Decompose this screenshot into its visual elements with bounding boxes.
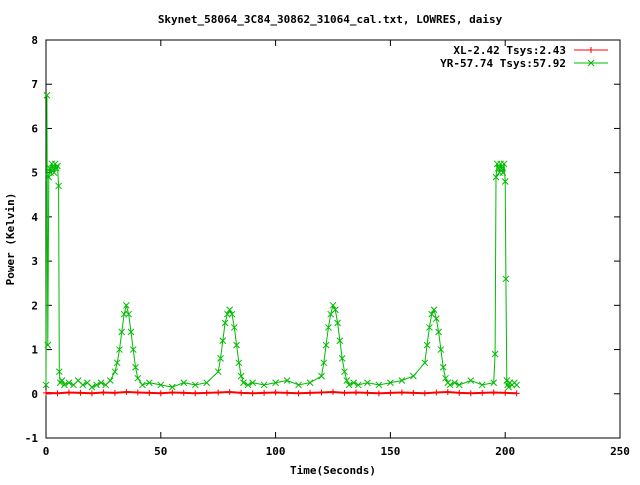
data-point [139,381,146,389]
data-point [421,390,428,397]
y-tick-label: 5 [31,167,38,180]
data-point [433,389,440,396]
data-point [215,389,222,396]
y-tick-label: 7 [31,78,38,91]
data-point [398,389,405,396]
data-point [318,389,325,396]
data-point [467,390,474,397]
x-tick-label: 250 [610,445,630,458]
series-layer [42,91,521,397]
data-point [352,389,359,396]
data-point [203,389,210,396]
y-tick-label: 3 [31,255,38,268]
x-tick-label: 100 [266,445,286,458]
data-point [111,389,118,396]
data-point [375,390,382,397]
data-point [387,389,394,396]
y-tick-label: -1 [25,432,39,445]
plot-frame [45,39,621,439]
data-point [410,389,417,396]
data-point [502,389,509,396]
data-point [467,377,475,384]
x-tick-label: 200 [495,445,515,458]
y-tick-label: 2 [31,299,38,312]
data-point [444,389,451,396]
data-point [410,372,417,380]
data-point [169,389,176,396]
data-point [65,389,72,396]
data-point [134,389,141,396]
data-point [513,390,520,397]
x-tick-label: 0 [43,445,50,458]
data-point [261,389,268,396]
series-line [45,95,518,389]
data-point [479,389,486,396]
data-point [77,389,84,396]
data-point [146,389,153,396]
data-point [180,389,187,396]
data-point [100,389,107,396]
chart-title: Skynet_58064_3C84_30862_31064_cal.txt, L… [158,13,503,26]
legend-label: YR-57.74 Tsys:57.92 [440,57,566,70]
data-point [238,389,245,396]
data-point [284,389,291,396]
y-tick-label: 8 [31,34,38,47]
legend: XL-2.42 Tsys:2.43YR-57.74 Tsys:57.92 [440,44,608,70]
x-axis: 0 50 100 150 200 250 [43,40,630,458]
data-point [295,390,302,397]
data-point [341,389,348,396]
y-tick-label: 0 [31,388,38,401]
data-point [123,389,130,396]
y-axis: -1 0 1 2 3 4 5 6 7 8 [25,34,620,445]
x-tick-label: 50 [154,445,167,458]
data-point [111,368,119,376]
data-point [272,389,279,396]
x-tick-label: 150 [380,445,400,458]
data-point [490,389,497,396]
data-point [249,390,256,397]
y-tick-label: 6 [31,122,38,135]
data-point [513,381,521,389]
chart: Skynet_58064_3C84_30862_31064_cal.txt, L… [4,13,630,477]
series-0 [43,389,520,397]
data-point [88,390,95,397]
data-point [157,390,164,397]
y-tick-label: 4 [31,211,38,224]
y-tick-label: 1 [31,344,38,357]
series-1 [42,91,521,391]
data-point [307,389,314,396]
legend-label: XL-2.42 Tsys:2.43 [453,44,566,57]
data-point [330,389,336,396]
data-point [456,389,463,396]
data-point [106,377,114,384]
data-point [364,389,371,396]
legend-marker [588,47,594,53]
data-point [43,389,49,396]
x-axis-label: Time(Seconds) [290,464,376,477]
data-point [54,390,61,397]
y-axis-label: Power (Kelvin) [4,193,17,286]
data-point [226,389,233,396]
data-point [192,390,199,397]
